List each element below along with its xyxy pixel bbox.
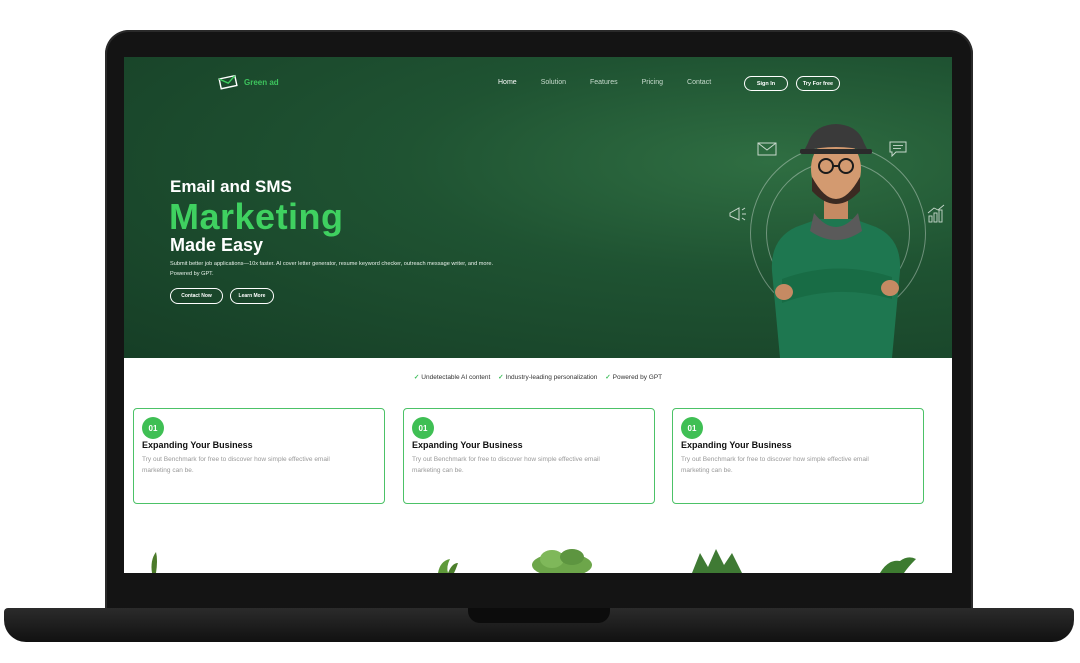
learn-more-button[interactable]: Learn More <box>230 288 274 304</box>
service-card[interactable]: 01 Expanding Your Business Try out Bench… <box>403 408 655 504</box>
growth-chart-icon <box>927 204 945 223</box>
laptop-screen: Green ad Home Solution Features Pricing … <box>124 57 952 573</box>
hero-title-main: Marketing <box>169 196 344 237</box>
megaphone-icon <box>729 207 746 221</box>
card-title: Expanding Your Business <box>412 440 523 450</box>
plant-illustration <box>151 552 157 573</box>
laptop-notch <box>468 608 610 623</box>
plant-illustration <box>532 549 592 573</box>
hero-section: Green ad Home Solution Features Pricing … <box>124 57 952 358</box>
card-description: Try out Benchmark for free to discover h… <box>681 456 869 474</box>
nav-link-features[interactable]: Features <box>590 79 618 86</box>
plant-illustration <box>438 559 458 573</box>
main-nav: Home Solution Features Pricing Contact <box>498 79 735 86</box>
nav-link-pricing[interactable]: Pricing <box>642 79 663 86</box>
envelope-logo-icon <box>218 74 238 90</box>
card-number-badge: 01 <box>681 417 703 439</box>
card-title: Expanding Your Business <box>142 440 253 450</box>
contact-now-button[interactable]: Contact Now <box>170 288 223 304</box>
brand-name: Green ad <box>244 77 279 87</box>
feature-item: ✓ Powered by GPT <box>605 374 662 381</box>
service-card[interactable]: 01 Expanding Your Business Try out Bench… <box>133 408 385 504</box>
hero-description: Submit better job applications—10x faste… <box>170 261 494 277</box>
brand-logo[interactable]: Green ad <box>217 74 279 90</box>
card-description: Try out Benchmark for free to discover h… <box>412 456 600 474</box>
feature-item: ✓ Industry-leading personalization <box>498 374 597 381</box>
try-free-button[interactable]: Try For free <box>796 76 840 91</box>
hero-title-pre: Email and SMS <box>170 177 292 196</box>
card-number-badge: 01 <box>142 417 164 439</box>
nav-link-solution[interactable]: Solution <box>541 79 566 86</box>
nav-link-home[interactable]: Home <box>498 79 517 86</box>
hero-person-illustration <box>771 124 901 358</box>
service-card[interactable]: 01 Expanding Your Business Try out Bench… <box>672 408 924 504</box>
card-description: Try out Benchmark for free to discover h… <box>142 456 330 474</box>
card-title: Expanding Your Business <box>681 440 792 450</box>
feature-label: Undetectable AI content <box>421 374 491 381</box>
nav-link-contact[interactable]: Contact <box>687 79 711 86</box>
feature-label: Powered by GPT <box>612 374 663 381</box>
feature-label: Industry-leading personalization <box>505 374 598 381</box>
feature-highlights: ✓ Undetectable AI content ✓ Industry-leadi… <box>124 373 952 381</box>
check-icon: ✓ <box>605 374 611 381</box>
check-icon: ✓ <box>413 374 420 381</box>
plant-illustration <box>880 557 916 573</box>
plant-illustration <box>692 549 742 573</box>
sign-in-button[interactable]: Sign In <box>744 76 788 91</box>
check-icon: ✓ <box>498 374 504 381</box>
card-number-badge: 01 <box>412 417 434 439</box>
hero-title-post: Made Easy <box>170 235 264 255</box>
feature-item: ✓ Undetectable AI content <box>414 374 490 381</box>
